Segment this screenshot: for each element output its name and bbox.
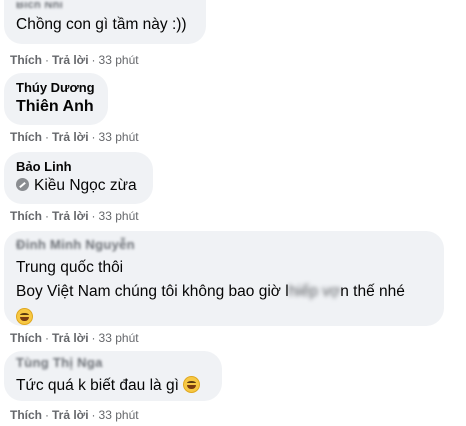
reply-link[interactable]: Trả lời [52,408,89,422]
timestamp[interactable]: 33 phút [99,209,139,223]
comment-actions: Thích · Trả lời · 33 phút [10,130,139,144]
comment-text-part: Boy Việt Nam chúng tôi không bao giờ l [16,283,289,300]
separator: · [91,130,96,144]
comment-text-part: Tức quá k biết đau là gì [16,377,179,394]
like-link[interactable]: Thích [10,130,42,144]
comment-1: Bích Nhi Chồng con gì tầm này :)) [4,0,206,44]
comment-4: Đinh Minh Nguyễn Trung quốc thôi Boy Việ… [4,231,444,327]
like-link[interactable]: Thích [10,53,42,67]
comment-bubble: Bích Nhi Chồng con gì tầm này :)) [4,0,206,44]
timestamp[interactable]: 33 phút [99,130,139,144]
comment-text: Chồng con gì tầm này :)) [16,16,187,33]
comment-text: Trung quốc thôi [16,259,124,276]
comment-text: Thiên Anh [16,98,94,115]
like-link[interactable]: Thích [10,209,42,223]
comment-text-part: n thế nhé [340,283,405,300]
separator: · [91,209,96,223]
comment-3: Bảo Linh Kiều Ngọc zừa [4,152,153,204]
comment-emoji-line [16,307,432,329]
comment-author[interactable]: Bảo Linh [16,159,141,175]
comment-2: Thúy Dương Thiên Anh [4,73,108,125]
timestamp[interactable]: 33 phút [99,408,139,422]
comment-bubble: Đinh Minh Nguyễn Trung quốc thôi Boy Việ… [4,231,444,326]
comment-bubble: Tùng Thị Nga Tức quá k biết đau là gì [4,351,222,401]
tears-of-joy-emoji [182,376,200,393]
mention-link[interactable]: Kiều Ngọc zừa [34,177,137,194]
comment-text: Kiều Ngọc zừa [16,175,141,197]
timestamp[interactable]: 33 phút [99,331,139,345]
comment-actions: Thích · Trả lời · 33 phút [10,408,139,422]
separator: · [45,209,49,223]
comment-5: Tùng Thị Nga Tức quá k biết đau là gì [4,351,222,401]
separator: · [91,408,96,422]
separator: · [91,53,96,67]
separator: · [45,408,49,422]
reply-link[interactable]: Trả lời [52,209,89,223]
comment-actions: Thích · Trả lời · 33 phút [10,331,139,345]
separator: · [45,331,49,345]
reply-link[interactable]: Trả lời [52,130,89,144]
separator: · [45,53,49,67]
comment-author[interactable]: Bích Nhi [16,2,194,10]
like-link[interactable]: Thích [10,408,42,422]
comment-actions: Thích · Trả lời · 33 phút [10,209,139,223]
like-link[interactable]: Thích [10,331,42,345]
blurred-word: hiếp vợ [288,283,341,300]
comment-author[interactable]: Tùng Thị Nga [16,355,210,371]
separator: · [45,130,49,144]
comment-bubble: Thúy Dương Thiên Anh [4,73,108,125]
tag-person-icon [16,178,29,191]
timestamp[interactable]: 33 phút [99,53,139,67]
separator: · [91,331,96,345]
comment-text: Tức quá k biết đau là gì [16,375,210,397]
comment-bubble: Bảo Linh Kiều Ngọc zừa [4,152,153,204]
comment-actions: Thích · Trả lời · 33 phút [10,53,139,67]
grinning-sweat-emoji [16,308,33,325]
reply-link[interactable]: Trả lời [52,53,89,67]
comment-author[interactable]: Đinh Minh Nguyễn [16,237,432,253]
comment-text: Boy Việt Nam chúng tôi không bao giờ lhi… [16,281,432,303]
reply-link[interactable]: Trả lời [52,331,89,345]
comment-author[interactable]: Thúy Dương [16,80,96,96]
